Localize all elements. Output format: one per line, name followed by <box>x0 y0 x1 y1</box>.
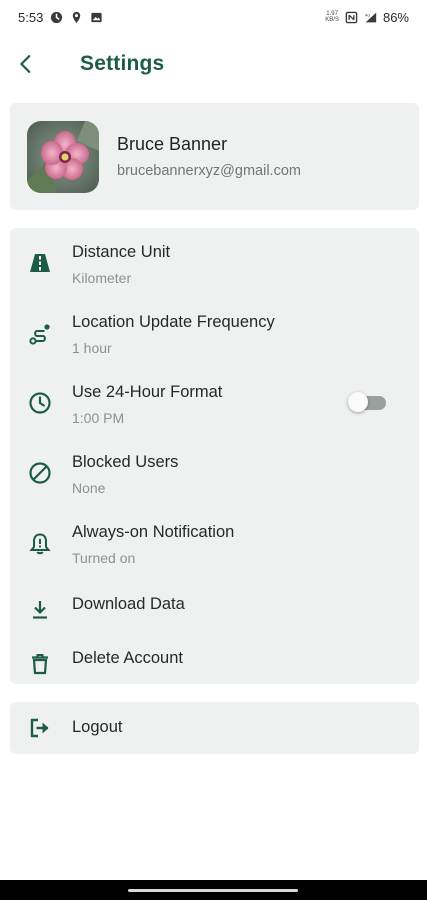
settings-list: Distance Unit Kilometer Location Update … <box>10 228 419 684</box>
setting-location-update-frequency[interactable]: Location Update Frequency 1 hour <box>10 310 419 368</box>
setting-distance-unit[interactable]: Distance Unit Kilometer <box>10 240 419 298</box>
setting-title: Distance Unit <box>72 243 171 261</box>
gallery-notification-icon <box>91 12 102 22</box>
setting-value: 1 hour <box>72 340 112 356</box>
setting-value: 1:00 PM <box>72 410 125 426</box>
setting-value: Kilometer <box>72 270 132 286</box>
profile-card[interactable]: Bruce Banner brucebannerxyz@gmail.com <box>10 103 419 210</box>
setting-24-hour-format[interactable]: Use 24-Hour Format 1:00 PM <box>10 380 419 438</box>
toggle-thumb <box>348 392 368 412</box>
data-saver-icon <box>51 11 63 23</box>
bell-alert-icon <box>27 531 53 557</box>
logout-row[interactable]: Logout <box>10 702 419 754</box>
setting-title: Use 24-Hour Format <box>72 383 223 401</box>
profile-email: brucebannerxyz@gmail.com <box>117 163 301 179</box>
setting-download-data[interactable]: Download Data <box>10 588 419 632</box>
setting-title: Blocked Users <box>72 453 179 471</box>
clock-icon <box>27 390 53 416</box>
route-icon <box>27 321 53 347</box>
chevron-left-icon <box>20 55 31 73</box>
avatar <box>27 120 99 193</box>
setting-title: Location Update Frequency <box>72 313 275 331</box>
logout-icon <box>27 715 53 741</box>
profile-name: Bruce Banner <box>117 134 228 154</box>
status-bar: 5:53 1.97 KB/S 4G 86% <box>0 0 427 34</box>
flower-photo-icon <box>27 120 99 193</box>
status-time: 5:53 <box>18 9 44 25</box>
trash-icon <box>27 651 53 677</box>
network-speed: 1.97 KB/S <box>325 11 339 23</box>
road-icon <box>27 250 53 276</box>
svg-text:4G: 4G <box>365 12 370 17</box>
home-gesture-handle[interactable] <box>128 889 298 892</box>
battery-percentage: 86% <box>382 9 409 25</box>
page-title: Settings <box>80 52 165 75</box>
24-hour-toggle[interactable] <box>348 391 388 413</box>
block-icon <box>27 460 53 486</box>
logout-button[interactable]: Logout <box>10 702 419 754</box>
signal-4g-icon: 4G <box>365 12 377 22</box>
app-bar: Settings <box>0 40 427 88</box>
network-speed-unit: KB/S <box>325 17 339 23</box>
setting-title: Always-on Notification <box>72 523 235 541</box>
setting-delete-account[interactable]: Delete Account <box>10 642 419 686</box>
back-button[interactable] <box>2 40 50 88</box>
setting-blocked-users[interactable]: Blocked Users None <box>10 450 419 508</box>
setting-always-on-notification[interactable]: Always-on Notification Turned on <box>10 520 419 578</box>
download-icon <box>27 597 53 623</box>
system-nav-bar <box>0 880 427 900</box>
location-pin-icon <box>73 11 81 23</box>
setting-title: Download Data <box>72 595 185 613</box>
nfc-icon <box>345 11 358 23</box>
logout-label: Logout <box>72 718 123 736</box>
setting-value: None <box>72 480 106 496</box>
setting-title: Delete Account <box>72 649 183 667</box>
setting-value: Turned on <box>72 550 136 566</box>
